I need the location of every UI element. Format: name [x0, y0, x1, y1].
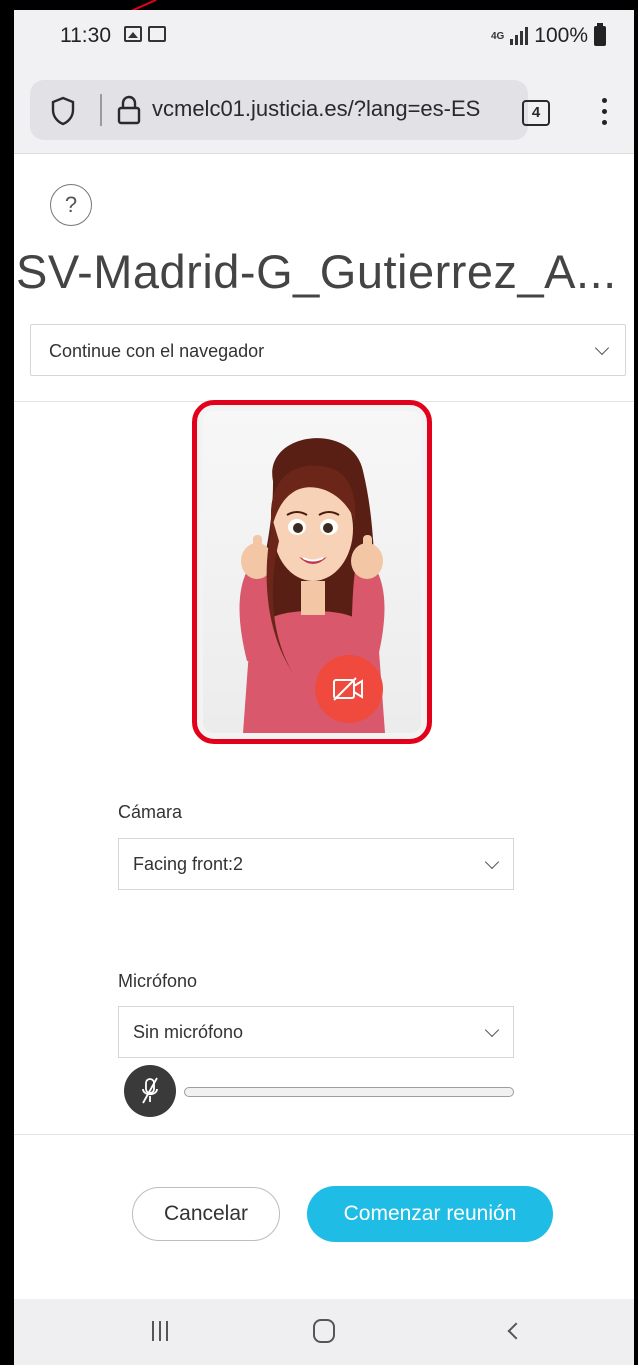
frame-top	[0, 0, 638, 10]
tabs-button[interactable]: 4	[522, 100, 550, 126]
frame-left	[0, 0, 14, 1365]
microphone-select[interactable]: Sin micrófono	[118, 1006, 514, 1058]
chevron-down-icon	[484, 1022, 500, 1038]
network-type: 4G	[490, 30, 505, 42]
status-bar: 11:30 4G 100%	[14, 10, 634, 72]
browser-toolbar: vcmelc01.justicia.es/?lang=es-ES 4	[14, 72, 634, 154]
system-nav-bar	[14, 1299, 634, 1365]
back-icon[interactable]	[507, 1322, 525, 1340]
camera-off-button[interactable]	[315, 655, 383, 723]
gallery-notification-icon	[124, 26, 142, 42]
app-notification-icon	[148, 26, 166, 42]
join-mode-select[interactable]: Continue con el navegador	[30, 324, 626, 376]
recents-icon[interactable]	[152, 1321, 168, 1341]
url-divider	[100, 94, 102, 126]
preview-image	[203, 411, 421, 733]
address-bar[interactable]: vcmelc01.justicia.es/?lang=es-ES	[30, 80, 528, 140]
status-right: 4G 100%	[490, 23, 606, 48]
divider	[14, 1134, 634, 1135]
help-icon[interactable]: ?	[50, 184, 92, 226]
chevron-down-icon	[484, 854, 500, 870]
start-meeting-button[interactable]: Comenzar reunión	[307, 1186, 553, 1242]
status-time: 11:30	[60, 24, 111, 47]
battery-percent: 100%	[534, 24, 588, 47]
mic-level-meter	[184, 1087, 514, 1097]
cancel-button[interactable]: Cancelar	[132, 1187, 280, 1241]
camera-label: Cámara	[118, 802, 183, 822]
home-icon[interactable]	[313, 1319, 335, 1343]
phone-screen: 11:30 4G 100% vcmelc01.justicia.es/?lang…	[14, 10, 634, 1365]
overflow-menu-icon[interactable]	[602, 98, 608, 128]
chevron-down-icon	[594, 340, 610, 356]
notification-icons	[124, 26, 166, 42]
avatar-illustration	[239, 438, 385, 733]
camera-select-value: Facing front:2	[133, 854, 244, 874]
lock-icon	[117, 95, 141, 125]
mic-muted-icon[interactable]	[124, 1065, 176, 1117]
shield-icon[interactable]	[50, 96, 76, 126]
camera-select[interactable]: Facing front:2	[118, 838, 514, 890]
url-text[interactable]: vcmelc01.justicia.es/?lang=es-ES	[152, 96, 522, 122]
frame-right	[634, 0, 638, 1365]
signal-icon	[510, 27, 529, 45]
battery-icon	[594, 23, 606, 46]
camera-off-icon	[333, 677, 363, 701]
self-preview	[192, 400, 432, 744]
join-mode-value: Continue con el navegador	[49, 341, 265, 361]
meeting-title: SV-Madrid-G_Gutierrez_A...	[16, 245, 617, 298]
microphone-select-value: Sin micrófono	[133, 1022, 244, 1042]
microphone-label: Micrófono	[118, 971, 198, 991]
